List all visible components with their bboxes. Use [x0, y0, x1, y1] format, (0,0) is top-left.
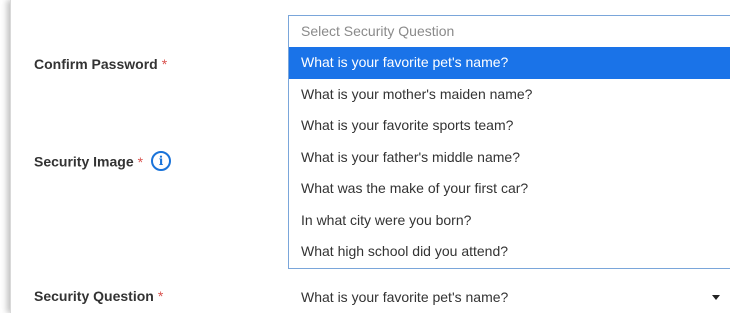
select-current-value: What is your favorite pet's name?: [301, 289, 509, 305]
security-image-label: Security Image * i: [34, 151, 172, 173]
dropdown-option[interactable]: In what city were you born?: [289, 205, 730, 237]
dropdown-option[interactable]: What high school did you attend?: [289, 236, 730, 268]
dropdown-option[interactable]: What is your mother's maiden name?: [289, 79, 730, 111]
caret-down-icon[interactable]: [712, 295, 720, 300]
dropdown-option[interactable]: What is your favorite sports team?: [289, 110, 730, 142]
security-question-dropdown-list[interactable]: Select Security Question What is your fa…: [288, 15, 730, 269]
dropdown-option[interactable]: What is your father's middle name?: [289, 142, 730, 174]
required-marker: *: [161, 56, 168, 72]
security-question-select[interactable]: What is your favorite pet's name?: [288, 282, 730, 313]
dropdown-placeholder-option[interactable]: Select Security Question: [289, 16, 730, 47]
info-icon[interactable]: i: [151, 151, 172, 171]
confirm-password-label: Confirm Password *: [34, 56, 168, 72]
dropdown-option[interactable]: What was the make of your first car?: [289, 173, 730, 205]
dropdown-option[interactable]: What is your favorite pet's name?: [289, 47, 730, 79]
required-marker: *: [157, 288, 164, 304]
required-marker: *: [137, 153, 144, 170]
security-question-label: Security Question *: [34, 288, 164, 304]
